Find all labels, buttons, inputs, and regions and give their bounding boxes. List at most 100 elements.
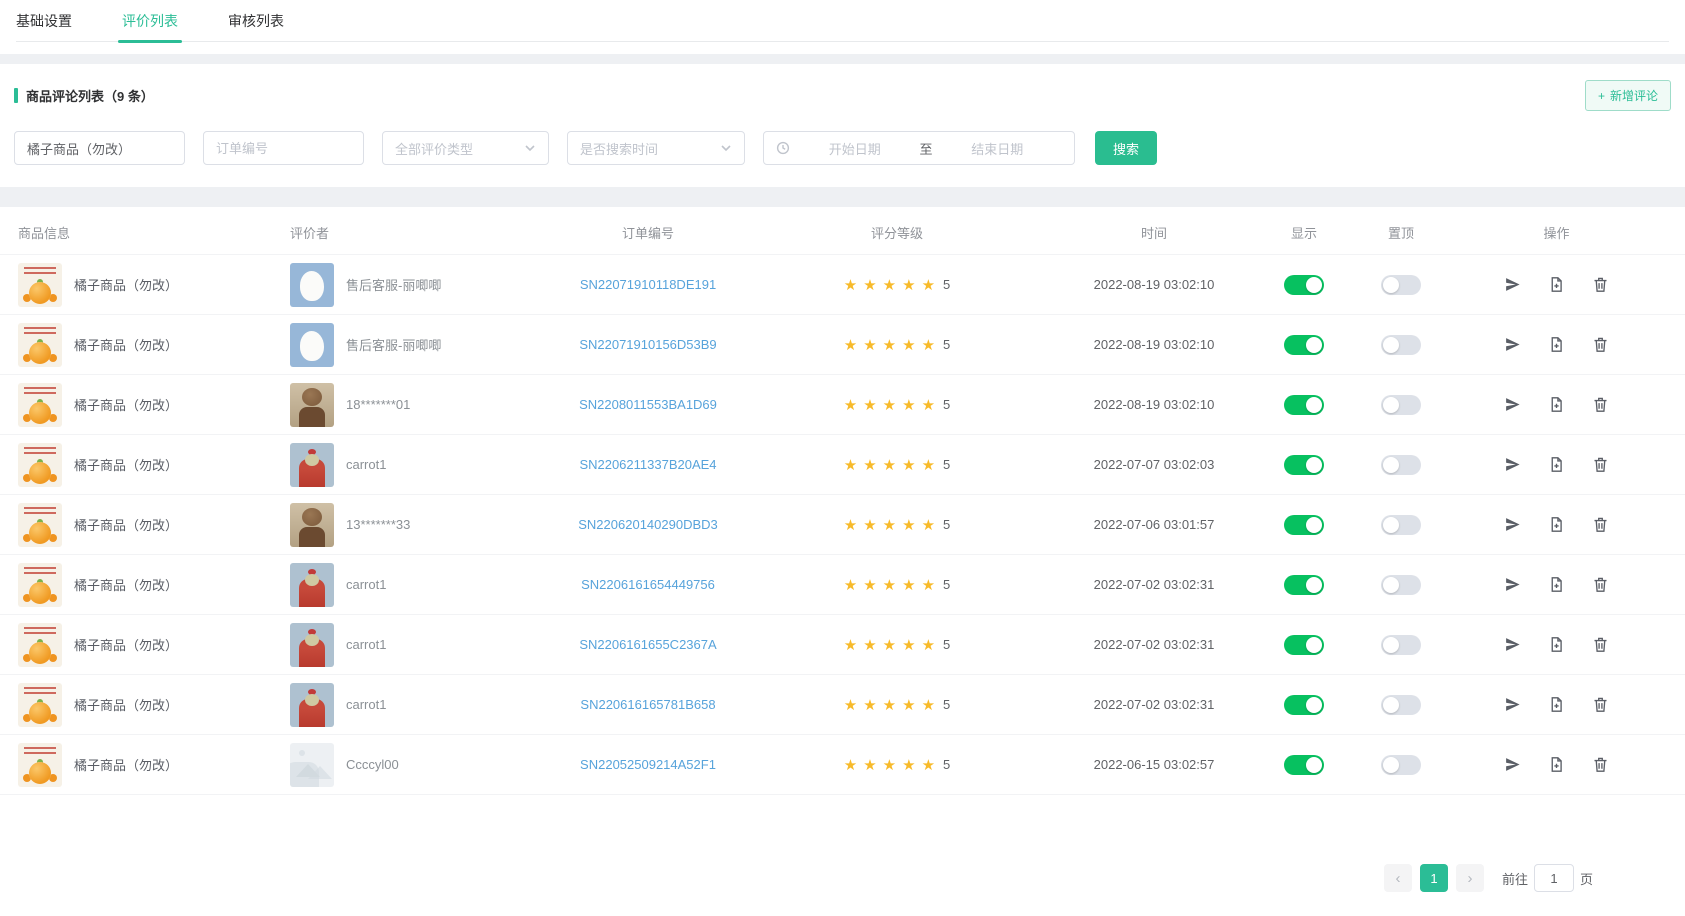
send-icon xyxy=(1504,756,1521,773)
edit-file-button[interactable] xyxy=(1548,396,1565,413)
file-add-icon xyxy=(1548,576,1565,593)
show-toggle[interactable] xyxy=(1284,635,1324,655)
top-toggle[interactable] xyxy=(1381,515,1421,535)
show-toggle[interactable] xyxy=(1284,275,1324,295)
star-rating: ★★★★★ xyxy=(844,396,935,414)
delete-button[interactable] xyxy=(1592,396,1609,413)
order-number-link[interactable]: SN22071910118DE191 xyxy=(580,277,716,292)
send-button[interactable] xyxy=(1504,396,1521,413)
edit-file-button[interactable] xyxy=(1548,756,1565,773)
reviewer-name: carrot1 xyxy=(346,577,386,592)
send-button[interactable] xyxy=(1504,456,1521,473)
show-toggle[interactable] xyxy=(1284,335,1324,355)
order-number-link[interactable]: SN22052509214A52F1 xyxy=(580,757,716,772)
send-button[interactable] xyxy=(1504,516,1521,533)
delete-button[interactable] xyxy=(1592,696,1609,713)
tab-review-list[interactable]: 评价列表 xyxy=(122,0,178,42)
delete-button[interactable] xyxy=(1592,576,1609,593)
order-number-link[interactable]: SN22071910156D53B9 xyxy=(579,337,716,352)
top-toggle[interactable] xyxy=(1381,695,1421,715)
file-add-icon xyxy=(1548,636,1565,653)
star-icon: ★ xyxy=(902,276,915,294)
order-number-link[interactable]: SN2206161654449756 xyxy=(581,577,715,592)
next-page-button[interactable]: › xyxy=(1456,864,1484,892)
star-icon: ★ xyxy=(863,336,876,354)
search-time-select[interactable]: 是否搜索时间 xyxy=(567,131,745,165)
top-toggle[interactable] xyxy=(1381,395,1421,415)
star-icon: ★ xyxy=(863,756,876,774)
prev-page-button[interactable]: ‹ xyxy=(1384,864,1412,892)
send-button[interactable] xyxy=(1504,756,1521,773)
send-button[interactable] xyxy=(1504,576,1521,593)
star-icon: ★ xyxy=(922,276,935,294)
top-toggle[interactable] xyxy=(1381,635,1421,655)
table-row: 橘子商品（勿改） 18*******01 SN2208011553BA1D69 … xyxy=(0,375,1685,435)
star-rating: ★★★★★ xyxy=(844,636,935,654)
edit-file-button[interactable] xyxy=(1548,336,1565,353)
edit-file-button[interactable] xyxy=(1548,516,1565,533)
review-time: 2022-07-02 03:02:31 xyxy=(1094,637,1215,652)
show-toggle[interactable] xyxy=(1284,575,1324,595)
col-header-show: 显示 xyxy=(1252,223,1356,242)
page-1-button[interactable]: 1 xyxy=(1420,864,1448,892)
product-image xyxy=(18,443,62,487)
table-row: 橘子商品（勿改） 13*******33 SN220620140290DBD3 … xyxy=(0,495,1685,555)
date-range-picker[interactable]: 开始日期 至 结束日期 xyxy=(763,131,1075,165)
order-number-link[interactable]: SN2206211337B20AE4 xyxy=(579,457,716,472)
search-button[interactable]: 搜索 xyxy=(1095,131,1157,165)
tab-basic-settings[interactable]: 基础设置 xyxy=(16,0,72,42)
delete-button[interactable] xyxy=(1592,276,1609,293)
top-toggle[interactable] xyxy=(1381,755,1421,775)
product-name: 橘子商品（勿改） xyxy=(74,635,178,654)
order-number-link[interactable]: SN220616165781B658 xyxy=(580,697,715,712)
delete-button[interactable] xyxy=(1592,336,1609,353)
top-toggle[interactable] xyxy=(1381,275,1421,295)
product-image xyxy=(18,323,62,367)
send-button[interactable] xyxy=(1504,336,1521,353)
edit-file-button[interactable] xyxy=(1548,576,1565,593)
end-date-placeholder[interactable]: 结束日期 xyxy=(933,139,1063,158)
add-comment-button[interactable]: + 新增评论 xyxy=(1585,80,1671,111)
send-button[interactable] xyxy=(1504,636,1521,653)
order-number-link[interactable]: SN2208011553BA1D69 xyxy=(579,397,717,412)
top-toggle[interactable] xyxy=(1381,335,1421,355)
order-number-link[interactable]: SN220620140290DBD3 xyxy=(578,517,718,532)
top-toggle[interactable] xyxy=(1381,575,1421,595)
rating-value: 5 xyxy=(943,757,950,772)
star-rating: ★★★★★ xyxy=(844,516,935,534)
edit-file-button[interactable] xyxy=(1548,636,1565,653)
send-button[interactable] xyxy=(1504,276,1521,293)
show-toggle[interactable] xyxy=(1284,515,1324,535)
start-date-placeholder[interactable]: 开始日期 xyxy=(790,139,920,158)
reviewer-name: 售后客服-丽唧唧 xyxy=(346,275,441,294)
show-toggle[interactable] xyxy=(1284,695,1324,715)
show-toggle[interactable] xyxy=(1284,755,1324,775)
send-button[interactable] xyxy=(1504,696,1521,713)
order-number-link[interactable]: SN2206161655C2367A xyxy=(579,637,716,652)
delete-button[interactable] xyxy=(1592,516,1609,533)
star-icon: ★ xyxy=(922,456,935,474)
show-toggle[interactable] xyxy=(1284,395,1324,415)
product-name: 橘子商品（勿改） xyxy=(74,455,178,474)
star-icon: ★ xyxy=(863,456,876,474)
delete-button[interactable] xyxy=(1592,636,1609,653)
star-icon: ★ xyxy=(883,396,896,414)
star-icon: ★ xyxy=(844,336,857,354)
trash-icon xyxy=(1592,396,1609,413)
delete-button[interactable] xyxy=(1592,456,1609,473)
edit-file-button[interactable] xyxy=(1548,276,1565,293)
product-name-input[interactable] xyxy=(14,131,185,165)
file-add-icon xyxy=(1548,336,1565,353)
avatar xyxy=(290,563,334,607)
show-toggle[interactable] xyxy=(1284,455,1324,475)
order-number-input[interactable] xyxy=(203,131,364,165)
star-icon: ★ xyxy=(902,696,915,714)
tab-audit-list[interactable]: 审核列表 xyxy=(228,0,284,42)
edit-file-button[interactable] xyxy=(1548,696,1565,713)
review-time: 2022-07-07 03:02:03 xyxy=(1094,457,1215,472)
review-type-select[interactable]: 全部评价类型 xyxy=(382,131,549,165)
edit-file-button[interactable] xyxy=(1548,456,1565,473)
goto-page-input[interactable] xyxy=(1534,864,1574,892)
delete-button[interactable] xyxy=(1592,756,1609,773)
top-toggle[interactable] xyxy=(1381,455,1421,475)
